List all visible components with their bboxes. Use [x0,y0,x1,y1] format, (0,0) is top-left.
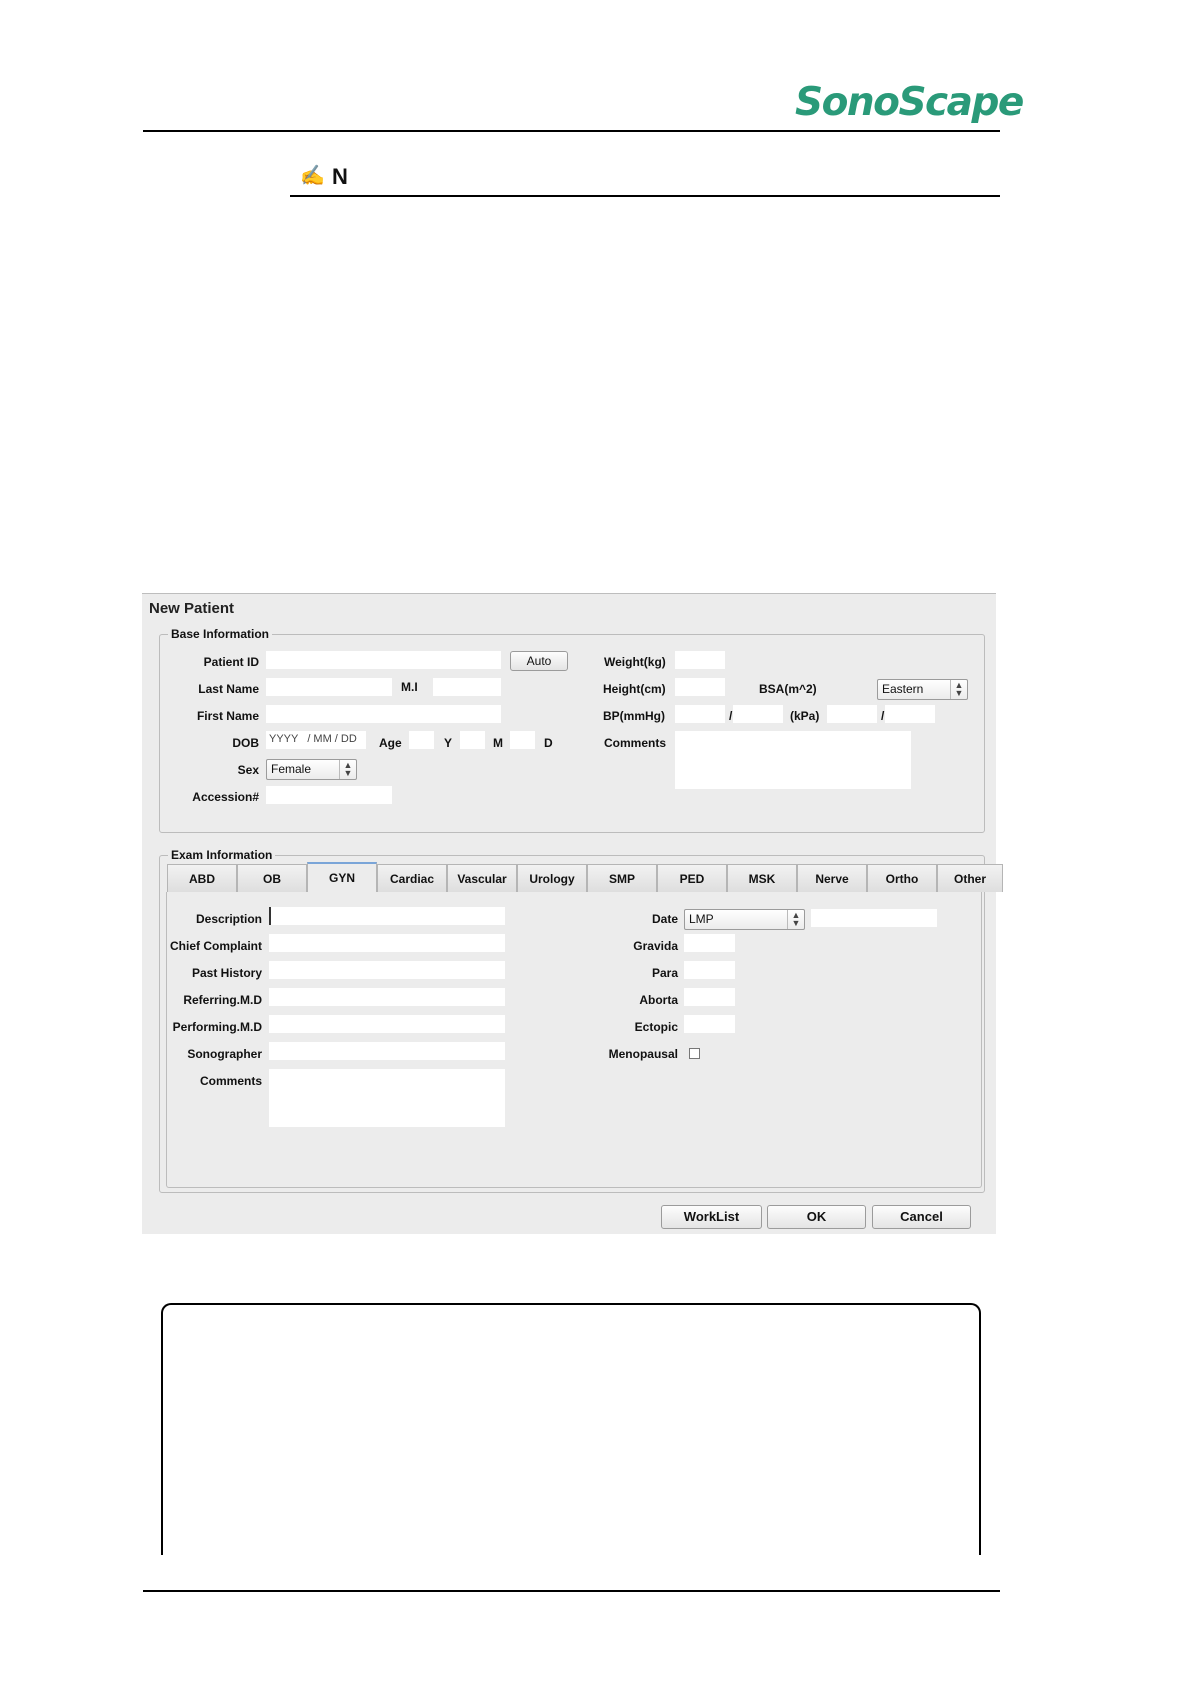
exam-information-legend: Exam Information [168,848,276,862]
exam-comments-textarea[interactable] [269,1069,505,1127]
base-information-legend: Base Information [168,627,273,641]
tab-smp[interactable]: SMP [587,864,657,892]
age-days-input[interactable] [510,731,535,749]
tab-gyn[interactable]: GYN [307,862,377,892]
date-label: Date [651,912,678,926]
tab-vascular[interactable]: Vascular [447,864,517,892]
note-pencil-icon: ✍ [300,165,325,187]
days-label: D [544,736,553,750]
dob-input[interactable]: YYYY / MM / DD [266,731,366,749]
last-name-label: Last Name [198,682,259,696]
tab-other[interactable]: Other [937,864,1003,892]
select-arrows-icon: ▲ ▼ [339,760,356,779]
bsa-select[interactable]: Eastern ▲ ▼ [877,679,968,700]
bp-systolic-input[interactable] [675,705,725,723]
mi-label: M.I [401,680,418,694]
aborta-label: Aborta [639,993,678,1007]
age-months-input[interactable] [460,731,485,749]
select-arrows-icon: ▲ ▼ [787,910,804,929]
kpa-slash: / [881,709,885,723]
dialog-title: New Patient [149,600,235,617]
worklist-button[interactable]: WorkList [661,1205,762,1229]
sonographer-label: Sonographer [187,1047,262,1061]
age-years-input[interactable] [409,731,434,749]
gravida-label: Gravida [633,939,678,953]
performing-md-label: Performing.M.D [172,1020,262,1034]
note-rule [290,195,1000,197]
first-name-input[interactable] [266,705,501,723]
last-name-input[interactable] [266,678,392,696]
gravida-input[interactable] [684,934,735,952]
base-comments-textarea[interactable] [675,731,911,789]
cancel-button[interactable]: Cancel [872,1205,971,1229]
bp-diastolic-input[interactable] [733,705,783,723]
tab-ortho[interactable]: Ortho [867,864,937,892]
date-type-select[interactable]: LMP ▲ ▼ [684,909,805,930]
note-title: N [332,164,348,189]
ectopic-input[interactable] [684,1015,735,1033]
accession-label: Accession# [192,790,259,804]
menopausal-label: Menopausal [608,1047,678,1061]
description-input[interactable] [269,907,505,925]
kpa-label: (kPa) [790,709,820,723]
age-label: Age [379,736,402,750]
kpa-systolic-input[interactable] [827,705,877,723]
sonographer-input[interactable] [269,1042,505,1060]
tab-nerve[interactable]: Nerve [797,864,867,892]
sex-label: Sex [237,763,259,777]
tab-cardiac[interactable]: Cardiac [377,864,447,892]
performing-md-input[interactable] [269,1015,505,1033]
accession-input[interactable] [266,786,392,804]
auto-button[interactable]: Auto [510,651,568,671]
bsa-label: BSA(m^2) [759,682,817,696]
patient-id-label: Patient ID [203,655,259,669]
tab-urology[interactable]: Urology [517,864,587,892]
dob-label: DOB [232,736,259,750]
chief-complaint-input[interactable] [269,934,505,952]
description-label: Description [195,912,262,926]
bp-label: BP(mmHg) [603,709,665,723]
sex-select-value: Female [271,762,312,776]
aborta-input[interactable] [684,988,735,1006]
past-history-input[interactable] [269,961,505,979]
height-input[interactable] [675,678,725,696]
ectopic-label: Ectopic [634,1020,678,1034]
weight-label: Weight(kg) [604,655,666,669]
sonoscape-logo: SonoScape [795,80,1024,125]
para-input[interactable] [684,961,735,979]
footer-rule [143,1590,1000,1592]
para-label: Para [651,966,678,980]
bp-slash: / [729,709,733,723]
tab-ped[interactable]: PED [657,864,727,892]
weight-input[interactable] [675,651,725,669]
first-name-label: First Name [196,709,259,723]
tab-msk[interactable]: MSK [727,864,797,892]
header-rule [143,130,1000,132]
date-input[interactable] [811,909,937,927]
date-type-value: LMP [689,912,714,926]
ok-button[interactable]: OK [767,1205,866,1229]
menopausal-checkbox[interactable] [689,1048,700,1059]
patient-id-input[interactable] [266,651,501,669]
referring-md-label: Referring.M.D [183,993,262,1007]
bsa-select-value: Eastern [882,682,924,696]
mi-input[interactable] [433,678,501,696]
note-box [161,1303,981,1555]
exam-comments-label: Comments [199,1074,262,1088]
base-comments-label: Comments [604,736,667,750]
years-label: Y [444,736,453,750]
referring-md-input[interactable] [269,988,505,1006]
tab-abd[interactable]: ABD [167,864,237,892]
chief-complaint-label: Chief Complaint [170,939,262,953]
tab-ob[interactable]: OB [237,864,307,892]
select-arrows-icon: ▲ ▼ [950,680,967,699]
kpa-diastolic-input[interactable] [885,705,935,723]
months-label: M [493,736,503,750]
past-history-label: Past History [191,966,262,980]
sex-select[interactable]: Female ▲ ▼ [266,759,357,780]
height-label: Height(cm) [603,682,666,696]
